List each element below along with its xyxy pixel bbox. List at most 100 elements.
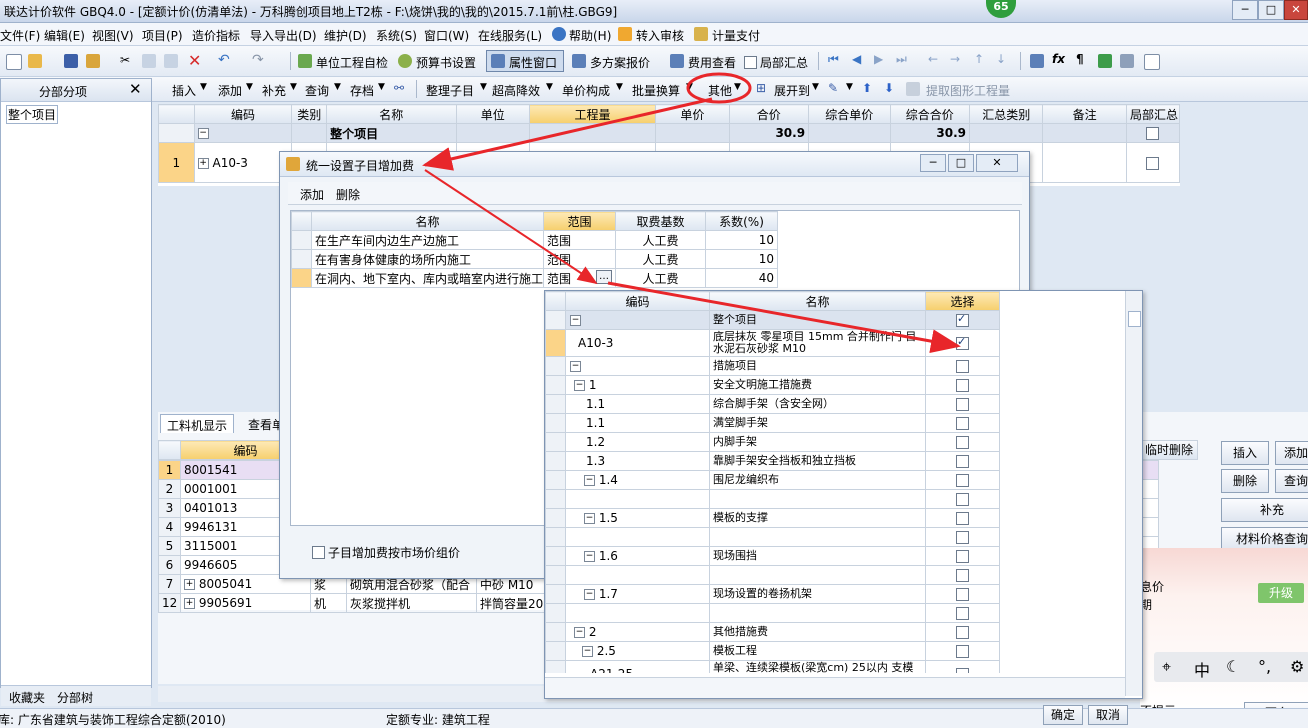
col-remark[interactable]: 备注: [1042, 104, 1127, 124]
scope-select-checkbox[interactable]: [956, 550, 969, 563]
minimize-button[interactable]: ─: [1232, 0, 1258, 20]
expand-dropdown-icon[interactable]: ▼: [812, 82, 819, 92]
scope-select-checkbox[interactable]: [956, 668, 969, 673]
copy-icon[interactable]: [142, 54, 156, 68]
calculator-icon[interactable]: [1030, 54, 1044, 68]
delete-button-right[interactable]: 删除: [1221, 469, 1269, 493]
table-row[interactable]: [545, 527, 1000, 547]
redo-icon[interactable]: ↷: [252, 52, 264, 68]
col-composite-price[interactable]: 综合单价: [808, 104, 891, 124]
table-row[interactable]: 在洞内、地下室内、库内或暗室内进行施工 范围… 人工费 40: [291, 268, 778, 288]
cut-icon[interactable]: ✂: [120, 53, 130, 67]
prev-icon[interactable]: ◀: [852, 52, 861, 66]
col-summary-category[interactable]: 汇总类别: [969, 104, 1044, 124]
table-row[interactable]: − 2 其他措施费: [545, 622, 1000, 642]
menu-view[interactable]: 视图(V): [92, 27, 134, 44]
add-button[interactable]: 添加: [218, 82, 242, 99]
scope-select-checkbox[interactable]: [956, 455, 969, 468]
table-row[interactable]: − 措施项目: [545, 356, 1000, 376]
vertical-scrollbar[interactable]: [1125, 291, 1142, 696]
menu-import-export[interactable]: 导入导出(D): [250, 27, 317, 44]
query-dropdown-icon[interactable]: ▼: [334, 82, 341, 92]
scope-select-checkbox[interactable]: [956, 512, 969, 525]
move-down-icon[interactable]: ⬇: [884, 81, 894, 95]
insert-button[interactable]: 插入: [172, 82, 196, 99]
other-dropdown-icon[interactable]: ▼: [734, 82, 741, 92]
scope-select-checkbox[interactable]: [956, 360, 969, 373]
col-surcharge-base[interactable]: 取费基数: [615, 211, 706, 231]
col-total[interactable]: 合价: [728, 104, 810, 124]
scope-cell[interactable]: 范围…: [543, 268, 616, 288]
archive-button[interactable]: 存档: [350, 82, 374, 99]
over-high-dropdown-icon[interactable]: ▼: [546, 82, 553, 92]
delete-icon[interactable]: ✕: [188, 51, 201, 70]
list-icon[interactable]: [1144, 54, 1160, 70]
col-quantity[interactable]: 工程量: [528, 104, 657, 124]
down-arrow-icon[interactable]: ↓: [996, 52, 1006, 66]
moon-icon[interactable]: ☾: [1226, 657, 1240, 676]
up-arrow-icon[interactable]: ↑: [974, 52, 984, 66]
dialog-delete-button[interactable]: 删除: [336, 186, 360, 203]
paint-dropdown-icon[interactable]: ▼: [846, 82, 853, 92]
scope-select-checkbox[interactable]: [956, 645, 969, 658]
col-category[interactable]: 类别: [291, 104, 328, 124]
expand-icon[interactable]: +: [197, 157, 209, 169]
table-row[interactable]: 在有害身体健康的场所内施工 范围 人工费 10: [291, 249, 778, 269]
over-high-button[interactable]: 超高降效: [492, 82, 540, 99]
first-icon[interactable]: ⏮: [828, 52, 839, 67]
left-panel-close-icon[interactable]: ✕: [129, 80, 142, 98]
tab-part-tree[interactable]: 分部树: [57, 689, 93, 706]
table-row[interactable]: 1.3 靠脚手架安全挡板和独立挡板: [545, 451, 1000, 471]
collapse-icon[interactable]: −: [582, 646, 593, 657]
table-row[interactable]: − 1.4 围尼龙编织布: [545, 470, 1000, 490]
scope-select-checkbox[interactable]: [956, 417, 969, 430]
expand-to-button[interactable]: 展开到: [774, 82, 810, 99]
right-arrow-icon[interactable]: →: [950, 52, 960, 66]
scope-select-checkbox[interactable]: [956, 335, 969, 350]
collapse-icon[interactable]: −: [570, 315, 581, 326]
menu-audit[interactable]: 转入审核: [636, 27, 684, 44]
table-row[interactable]: 在生产车间内边生产边施工 范围 人工费 10: [291, 230, 778, 250]
scope-select-checkbox[interactable]: [956, 379, 969, 392]
col-scope-code[interactable]: 编码: [565, 291, 710, 311]
expand-icon[interactable]: +: [184, 598, 195, 609]
menu-help[interactable]: 帮助(H): [569, 27, 611, 44]
col-temp-delete[interactable]: 临时删除: [1140, 440, 1198, 460]
col-name[interactable]: 名称: [326, 104, 457, 124]
table-row[interactable]: [545, 565, 1000, 585]
collapse-icon[interactable]: −: [570, 361, 581, 372]
batch-convert-dropdown-icon[interactable]: ▼: [686, 82, 693, 92]
menu-project[interactable]: 项目(P): [142, 27, 183, 44]
col-composite-total[interactable]: 综合合价: [889, 104, 971, 124]
col-scope-name[interactable]: 名称: [709, 291, 926, 311]
insert-button-right[interactable]: 插入: [1221, 441, 1269, 465]
organize-button[interactable]: 整理子目: [426, 82, 474, 99]
ellipsis-button[interactable]: …: [596, 269, 612, 284]
menu-window[interactable]: 窗口(W): [424, 27, 469, 44]
punctuation-icon[interactable]: °,: [1258, 657, 1271, 676]
col-surcharge-scope[interactable]: 范围: [543, 211, 616, 231]
last-icon[interactable]: ⏭: [896, 52, 907, 67]
collapse-icon[interactable]: −: [584, 475, 595, 486]
partial-summary-checkbox[interactable]: [1146, 127, 1160, 140]
gear-icon[interactable]: ⚙: [1290, 657, 1304, 676]
table-row[interactable]: 1.2 内脚手架: [545, 432, 1000, 452]
extract-button[interactable]: 提取图形工程量: [926, 82, 1010, 99]
dialog-add-button[interactable]: 添加: [300, 186, 324, 203]
paint-icon[interactable]: ✎: [828, 81, 838, 95]
scope-select-checkbox[interactable]: [956, 626, 969, 639]
insert-dropdown-icon[interactable]: ▼: [200, 82, 207, 92]
budget-settings-button[interactable]: 预算书设置: [416, 54, 476, 71]
organize-dropdown-icon[interactable]: ▼: [480, 82, 487, 92]
supplement-button-right[interactable]: 补充: [1221, 498, 1308, 522]
dialog-close-button[interactable]: ✕: [976, 154, 1018, 172]
table-row[interactable]: A21-25 单梁、连续梁模板(梁宽cm) 25以内 支模高度3.6m: [545, 660, 1000, 673]
partial-summary-checkbox[interactable]: [1146, 156, 1160, 170]
grid-icon[interactable]: [1120, 54, 1134, 68]
table-row[interactable]: − 1 安全文明施工措施费: [545, 375, 1000, 395]
unit-compose-button[interactable]: 单价构成: [562, 82, 610, 99]
move-up-icon[interactable]: ⬆: [862, 81, 872, 95]
paragraph-icon[interactable]: ¶: [1076, 52, 1084, 66]
add-button-right[interactable]: 添加: [1275, 441, 1308, 465]
undo-icon[interactable]: ↶: [218, 52, 230, 68]
